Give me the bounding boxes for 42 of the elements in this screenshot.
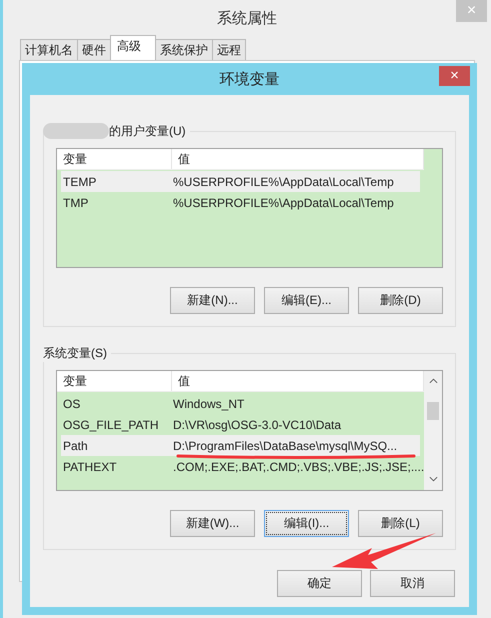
list-row[interactable]: TMP %USERPROFILE%\AppData\Local\Temp [61, 192, 420, 213]
variable-name: Path [62, 438, 89, 452]
variable-value: Windows_NT [172, 396, 246, 410]
variable-name: TMP [62, 196, 90, 210]
action-button[interactable]: 编辑(I)... [264, 510, 349, 537]
scroll-thumb[interactable] [427, 402, 439, 420]
scrollbar[interactable] [424, 371, 442, 490]
column-header[interactable]: 值 [172, 149, 424, 169]
dialog-title: 环境变量 [220, 70, 280, 88]
tab[interactable]: 计算机名 [20, 39, 78, 60]
action-button[interactable]: 新建(N)... [170, 287, 255, 314]
tab[interactable]: 高级 [110, 35, 156, 60]
tab[interactable]: 硬件 [77, 39, 111, 60]
group-label: 的用户变量(U) [109, 122, 190, 140]
variable-value: %USERPROFILE%\AppData\Local\Temp [172, 174, 395, 188]
variable-value: D:\ProgramFiles\DataBase\mysql\MySQ... [172, 438, 398, 452]
variable-value: D:\VR\osg\OSG-3.0-VC10\Data [172, 418, 342, 432]
column-header[interactable]: 变量 [57, 371, 172, 391]
cancel-button[interactable]: 取消 [370, 570, 455, 597]
list-row[interactable]: OSG_FILE_PATH D:\VR\osg\OSG-3.0-VC10\Data [61, 414, 420, 435]
tab[interactable]: 远程 [212, 39, 246, 60]
column-header[interactable]: 变量 [57, 149, 172, 169]
scroll-up-icon[interactable] [428, 378, 438, 384]
action-button[interactable]: 删除(L) [358, 510, 443, 537]
group-label: 系统变量(S) [43, 344, 111, 362]
tab[interactable]: 系统保护 [155, 39, 213, 60]
list-row[interactable]: TEMP %USERPROFILE%\AppData\Local\Temp [61, 171, 420, 192]
variable-name: TEMP [62, 174, 98, 188]
list-row[interactable]: OS Windows_NT [61, 393, 420, 414]
list-row[interactable]: Path D:\ProgramFiles\DataBase\mysql\MySQ... [61, 435, 420, 456]
variable-value: .COM;.EXE;.BAT;.CMD;.VBS;.VBE;.JS;.JSE;.... [172, 460, 424, 474]
scroll-down-icon[interactable] [428, 476, 438, 482]
variable-name: OS [62, 396, 82, 410]
variable-value: %USERPROFILE%\AppData\Local\Temp [172, 196, 395, 210]
variable-name: OSG_FILE_PATH [62, 418, 160, 432]
action-button[interactable]: 编辑(E)... [264, 287, 349, 314]
ok-button[interactable]: 确定 [277, 570, 362, 597]
action-button[interactable]: 新建(W)... [170, 510, 255, 537]
variable-name: PATHEXT [62, 460, 118, 474]
action-button[interactable]: 删除(D) [358, 287, 443, 314]
close-button[interactable]: × [439, 66, 470, 86]
window-title: 系统属性 [217, 8, 277, 28]
